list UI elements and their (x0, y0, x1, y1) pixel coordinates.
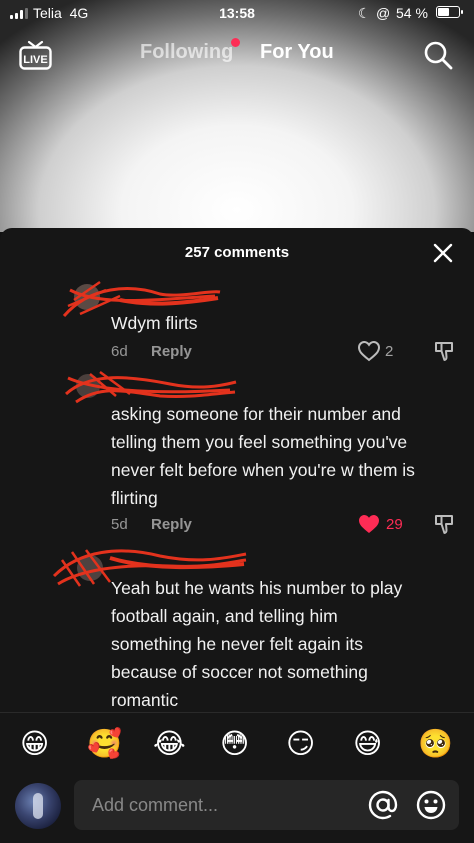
comment-text[interactable]: asking someone for their number and tell… (111, 400, 415, 512)
orientation-lock-icon: @ (376, 5, 391, 21)
emoji-icon[interactable] (416, 790, 446, 820)
heart-icon[interactable] (357, 340, 381, 362)
like-count: 29 (386, 516, 403, 533)
emoji-joy[interactable]: 😂 (153, 727, 186, 761)
do-not-disturb-icon: ☾ (358, 5, 371, 21)
comment-text[interactable]: Wdym flirts (111, 309, 198, 337)
heart-icon[interactable] (357, 513, 381, 535)
reply-button[interactable]: Reply (151, 516, 192, 533)
close-icon[interactable] (432, 242, 454, 264)
dislike-icon[interactable] (433, 340, 455, 362)
like-count: 2 (385, 343, 394, 360)
search-icon[interactable] (423, 40, 453, 70)
emoji-hearts[interactable]: 🥰 (87, 727, 122, 761)
reply-button[interactable]: Reply (151, 343, 192, 360)
comments-count-title: 257 comments (184, 244, 290, 261)
comment-text[interactable]: Yeah but he wants his number to play foo… (111, 574, 402, 714)
comment-age: 5d (111, 516, 128, 533)
tab-following[interactable]: Following (140, 41, 233, 64)
comment-age: 6d (111, 343, 128, 360)
dislike-icon[interactable] (433, 513, 455, 535)
emoji-smirk[interactable]: 😏 (286, 727, 315, 761)
notification-dot (231, 38, 240, 47)
status-bar: Telia 4G 13:58 ☾ @ 54 % (0, 0, 474, 28)
battery-icon (436, 6, 463, 18)
tab-for-you[interactable]: For You (260, 41, 334, 64)
emoji-pleading[interactable]: 🥺 (418, 727, 453, 761)
live-icon[interactable]: LIVE (19, 40, 52, 70)
video-background[interactable] (0, 0, 474, 232)
comment-input-placeholder: Add comment... (92, 795, 219, 815)
emoji-sweat-smile[interactable]: 😅 (353, 727, 382, 761)
battery-percent: 54 % (396, 5, 428, 21)
at-icon[interactable] (368, 790, 398, 820)
avatar[interactable] (15, 783, 61, 829)
emoji-flushed[interactable]: 😳 (220, 727, 249, 761)
live-label: LIVE (23, 54, 47, 66)
emoji-grin[interactable]: 😁 (20, 727, 49, 761)
